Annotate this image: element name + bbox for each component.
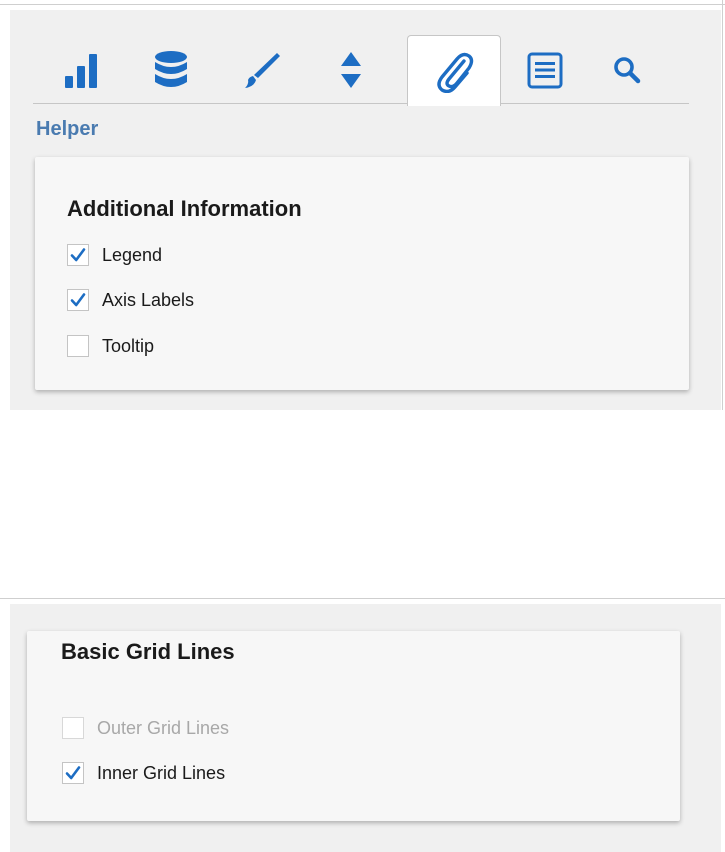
legend-label: Legend (102, 244, 163, 265)
inner-grid-lines-checkbox[interactable] (62, 762, 84, 784)
tab-chart[interactable] (41, 35, 121, 104)
axis-labels-label: Axis Labels (102, 289, 195, 310)
sort-icon (339, 50, 363, 90)
check-icon (70, 293, 86, 307)
check-icon (70, 248, 86, 262)
tab-legend[interactable] (505, 35, 585, 104)
bar-chart-icon (63, 52, 99, 88)
search-icon (613, 56, 641, 84)
outer-grid-lines-checkbox[interactable] (62, 717, 84, 739)
legend-checkbox[interactable] (67, 244, 89, 266)
card-title: Additional Information (67, 196, 302, 221)
axis-labels-checkbox[interactable] (67, 289, 89, 311)
legend-checkbox-row[interactable]: Legend (67, 244, 162, 266)
additional-info-card: Additional Information Legend Axis Label… (35, 157, 689, 390)
database-icon (153, 50, 189, 90)
top-divider (0, 4, 725, 5)
tab-style[interactable] (221, 35, 301, 104)
check-icon (65, 766, 81, 780)
middle-divider (0, 598, 725, 599)
tab-helper[interactable] (407, 35, 501, 106)
inner-grid-lines-label: Inner Grid Lines (97, 762, 226, 783)
axis-labels-checkbox-row[interactable]: Axis Labels (67, 289, 194, 311)
inner-grid-lines-checkbox-row[interactable]: Inner Grid Lines (62, 762, 225, 784)
tooltip-label: Tooltip (102, 335, 155, 356)
outer-grid-lines-checkbox-row[interactable]: Outer Grid Lines (62, 717, 229, 739)
paperclip-icon (434, 49, 474, 93)
tab-search[interactable] (587, 35, 667, 104)
paintbrush-icon (241, 50, 281, 90)
right-divider (722, 0, 723, 410)
tab-data[interactable] (131, 35, 211, 104)
toolbar (33, 29, 689, 106)
list-icon (527, 51, 563, 89)
outer-grid-lines-label: Outer Grid Lines (97, 717, 230, 738)
grid-lines-card: Basic Grid Lines Outer Grid Lines Inner … (27, 631, 680, 821)
card-title: Basic Grid Lines (61, 639, 235, 664)
tooltip-checkbox-row[interactable]: Tooltip (67, 335, 154, 357)
tab-sort[interactable] (311, 35, 391, 104)
section-label: Helper (36, 118, 99, 140)
tooltip-checkbox[interactable] (67, 335, 89, 357)
